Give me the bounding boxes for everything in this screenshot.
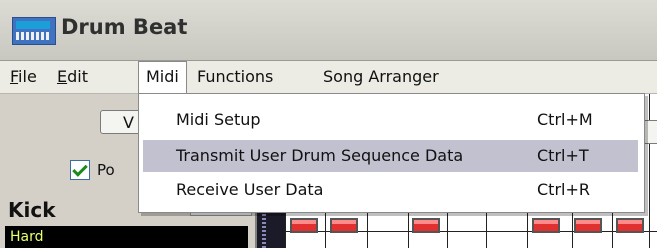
sequencer-step[interactable] — [532, 218, 560, 233]
menu-item-label: Midi Setup — [176, 110, 261, 129]
menu-item-shortcut: Ctrl+T — [537, 146, 589, 165]
menu-edit-rest: dit — [67, 67, 88, 86]
grid-col-line — [649, 94, 650, 248]
window-title: Drum Beat — [61, 15, 188, 39]
menu-file[interactable]: File — [3, 61, 44, 93]
sequencer-step[interactable] — [290, 218, 318, 233]
menu-item-transmit-user-drum-sequence-data[interactable]: Transmit User Drum Sequence Data Ctrl+T — [143, 140, 638, 172]
sequencer-step[interactable] — [330, 218, 358, 233]
menu-file-rest: ile — [18, 67, 37, 86]
menu-item-midi-setup[interactable]: Midi Setup Ctrl+M — [143, 104, 638, 136]
sequencer-step[interactable] — [616, 218, 644, 233]
panel-checkbox[interactable] — [70, 160, 90, 180]
menu-midi[interactable]: Midi — [138, 61, 187, 94]
menu-midi-label: Midi — [146, 67, 179, 86]
menu-edit-mnemonic: E — [57, 67, 68, 86]
variation-field[interactable]: Hard — [5, 226, 248, 248]
menu-bar: File Edit Midi Functions Song Arranger — [0, 61, 657, 94]
panel-checkbox-label: Po — [97, 161, 115, 179]
menu-item-label: Receive User Data — [176, 180, 324, 199]
menu-functions-label: Functions — [197, 67, 274, 86]
instrument-name: Kick — [8, 198, 56, 222]
title-bar: Drum Beat — [0, 0, 657, 61]
menu-item-label: Transmit User Drum Sequence Data — [176, 146, 464, 165]
menu-item-shortcut: Ctrl+R — [537, 180, 590, 199]
app-icon[interactable] — [12, 17, 56, 45]
menu-file-mnemonic: F — [10, 67, 19, 86]
menu-item-shortcut: Ctrl+M — [537, 110, 593, 129]
menu-item-receive-user-data[interactable]: Receive User Data Ctrl+R — [143, 174, 638, 206]
menu-functions[interactable]: Functions — [190, 61, 280, 93]
sequencer-step[interactable] — [574, 218, 602, 233]
menu-song-arranger[interactable]: Song Arranger — [316, 61, 446, 93]
midi-menu: Midi Setup Ctrl+M Transmit User Drum Seq… — [138, 93, 645, 213]
menu-edit[interactable]: Edit — [50, 61, 95, 93]
menu-song-arranger-label: Song Arranger — [323, 67, 439, 86]
sequencer-step[interactable] — [412, 218, 440, 233]
